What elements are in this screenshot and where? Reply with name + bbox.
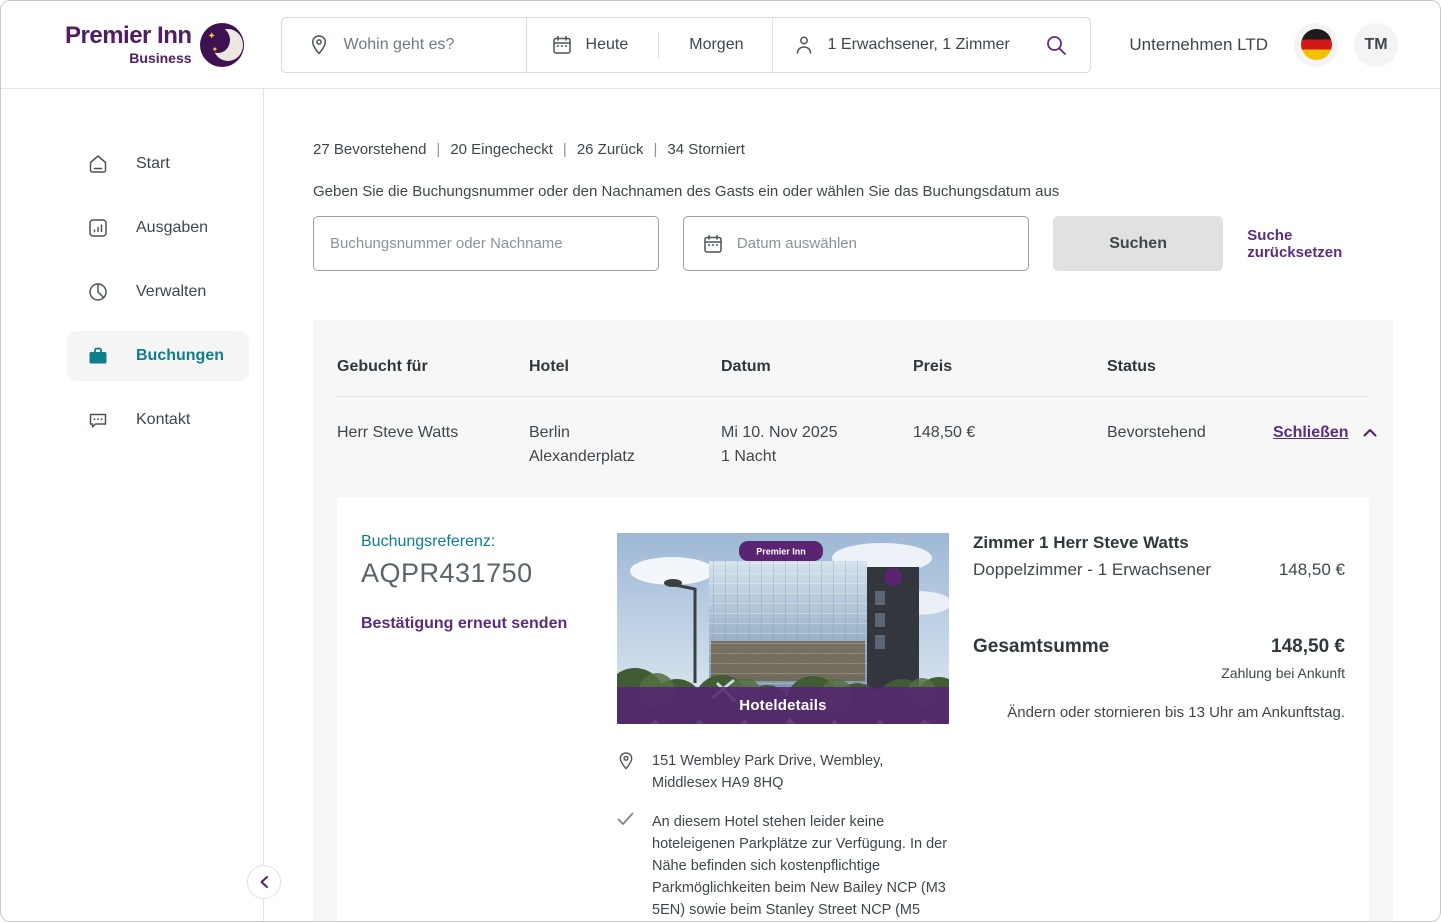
- date-tomorrow-option[interactable]: Morgen: [689, 36, 743, 54]
- date-divider: [658, 31, 660, 58]
- chevron-left-icon: [260, 876, 268, 888]
- avatar-initials: TM: [1364, 35, 1388, 53]
- booking-status-summary: 27 Bevorstehend | 20 Eingecheckt | 26 Zu…: [313, 141, 745, 158]
- sidebar-nav: Start Ausgaben Verwalten Buchungen Konta…: [1, 89, 264, 921]
- booking-number-input[interactable]: [313, 216, 659, 271]
- briefcase-icon: [87, 345, 109, 367]
- table-header-row: Gebucht für Hotel Datum Preis Status: [337, 320, 1369, 397]
- guests-field[interactable]: 1 Erwachsener, 1 Zimmer: [771, 17, 1090, 72]
- sidebar-item-verwalten[interactable]: Verwalten: [67, 267, 249, 317]
- row-hotel-name: Berlin Alexanderplatz: [529, 424, 635, 465]
- company-name: Unternehmen LTD: [1129, 34, 1268, 54]
- total-label: Gesamtsumme: [973, 636, 1110, 657]
- resend-confirmation-link[interactable]: Bestätigung erneut senden: [361, 615, 567, 633]
- chevron-up-icon[interactable]: [1363, 421, 1377, 445]
- reset-search-link[interactable]: Suche zurücksetzen: [1247, 227, 1391, 261]
- search-instruction: Geben Sie die Buchungsnummer oder den Na…: [313, 183, 1060, 200]
- sidebar-item-buchungen[interactable]: Buchungen: [67, 331, 249, 381]
- moon-logo-icon: ✦ ✦: [199, 22, 244, 67]
- calendar-icon: [551, 34, 573, 56]
- language-selector[interactable]: [1294, 22, 1338, 67]
- chat-bubble-icon: [87, 409, 109, 431]
- col-header-datum: Datum: [721, 358, 771, 375]
- room-guest-title: Zimmer 1 Herr Steve Watts: [973, 533, 1189, 552]
- check-icon: [617, 811, 635, 921]
- col-header-hotel: Hotel: [529, 358, 569, 375]
- hotel-search-bar: Wohin geht es? Heute Morgen 1 Erwachsene…: [280, 16, 1091, 73]
- logo-sub-brand: Business: [129, 50, 192, 66]
- col-header-preis: Preis: [913, 358, 953, 375]
- guests-summary: 1 Erwachsener, 1 Zimmer: [827, 35, 1010, 53]
- date-quick-select: Heute Morgen: [525, 17, 772, 72]
- room-type: Doppelzimmer - 1 Erwachsener: [973, 560, 1212, 579]
- sidebar-item-label: Start: [136, 155, 170, 172]
- sidebar-item-label: Kontakt: [136, 411, 191, 428]
- hotel-address-row: 151 Wembley Park Drive, Wembley, Middles…: [617, 750, 949, 794]
- sidebar-item-start[interactable]: Start: [67, 139, 249, 189]
- location-pin-icon: [617, 750, 635, 794]
- booking-reference-label: Buchungsreferenz:: [361, 533, 496, 550]
- close-details-link[interactable]: Schließen: [1273, 424, 1349, 441]
- sidebar-item-ausgaben[interactable]: Ausgaben: [67, 203, 249, 253]
- german-flag-icon: [1300, 29, 1332, 60]
- logo-brand-name: Premier Inn: [65, 22, 192, 49]
- cancellation-note: Ändern oder stornieren bis 13 Uhr am Ank…: [1007, 704, 1345, 721]
- booking-reference-code: AQPR431750: [361, 558, 533, 588]
- row-price: 148,50 €: [913, 424, 976, 441]
- col-header-status: Status: [1107, 358, 1156, 375]
- sidebar-item-label: Ausgaben: [136, 219, 209, 236]
- home-icon: [87, 153, 109, 175]
- row-toggle-cell: Schließen: [1273, 421, 1377, 469]
- booking-detail-panel: Buchungsreferenz: AQPR431750 Bestätigung…: [337, 497, 1369, 921]
- search-button[interactable]: Suchen: [1052, 216, 1224, 271]
- parking-info-text: An diesem Hotel stehen leider keine hote…: [652, 814, 948, 918]
- col-header-gebucht-fuer: Gebucht für: [337, 358, 428, 375]
- booking-filter-row: Suchen Suche zurücksetzen: [313, 216, 1391, 271]
- parking-info-row: An diesem Hotel stehen leider keine hote…: [617, 811, 949, 921]
- hotel-photo[interactable]: Premier Inn Hoteldetails: [617, 533, 949, 724]
- date-today-option[interactable]: Heute: [586, 36, 629, 54]
- status-count-zurueck: 26 Zurück: [576, 141, 644, 158]
- status-count-bevorstehend: 27 Bevorstehend: [313, 141, 427, 158]
- bar-chart-icon: [87, 217, 109, 239]
- main-content: 27 Bevorstehend | 20 Eingecheckt | 26 Zu…: [264, 89, 1440, 921]
- sidebar-item-label: Verwalten: [136, 283, 207, 300]
- account-area: Unternehmen LTD TM: [1129, 22, 1398, 67]
- top-header: Premier Inn Business ✦ ✦ Wohin geht es? H…: [1, 1, 1440, 89]
- user-avatar[interactable]: TM: [1354, 22, 1398, 67]
- row-date: Mi 10. Nov 2025 1 Nacht: [721, 424, 838, 465]
- hotel-address: 151 Wembley Park Drive, Wembley, Middles…: [652, 753, 884, 791]
- sidebar-collapse-button[interactable]: [247, 865, 281, 899]
- payment-note: Zahlung bei Ankunft: [1221, 665, 1345, 681]
- location-pin-icon: [308, 34, 330, 56]
- sidebar-item-label: Buchungen: [136, 347, 224, 364]
- destination-placeholder: Wohin geht es?: [343, 35, 455, 53]
- row-status-badge: Bevorstehend: [1107, 424, 1206, 441]
- person-icon: [793, 34, 815, 56]
- calendar-icon: [702, 233, 724, 255]
- room-price: 148,50 €: [1278, 560, 1345, 579]
- svg-text:Premier Inn: Premier Inn: [756, 547, 806, 557]
- status-count-eingecheckt: 20 Eingecheckt: [450, 141, 553, 158]
- app-window: Premier Inn Business ✦ ✦ Wohin geht es? H…: [0, 0, 1441, 922]
- pie-chart-icon: [87, 281, 109, 303]
- total-value: 148,50 €: [1271, 636, 1345, 657]
- table-row: Herr Steve Watts Berlin Alexanderplatz M…: [337, 397, 1377, 497]
- row-guest-name: Herr Steve Watts: [337, 424, 459, 441]
- sidebar-item-kontakt[interactable]: Kontakt: [67, 395, 249, 445]
- date-picker-input[interactable]: [682, 216, 1029, 271]
- search-icon[interactable]: [1044, 33, 1068, 57]
- status-count-storniert: 34 Storniert: [667, 141, 745, 158]
- hotel-details-button[interactable]: Hoteldetails: [617, 687, 949, 724]
- bookings-table: Gebucht für Hotel Datum Preis Status Her…: [313, 320, 1393, 921]
- premier-inn-logo[interactable]: Premier Inn Business ✦ ✦: [65, 22, 244, 67]
- destination-field[interactable]: Wohin geht es?: [282, 18, 526, 72]
